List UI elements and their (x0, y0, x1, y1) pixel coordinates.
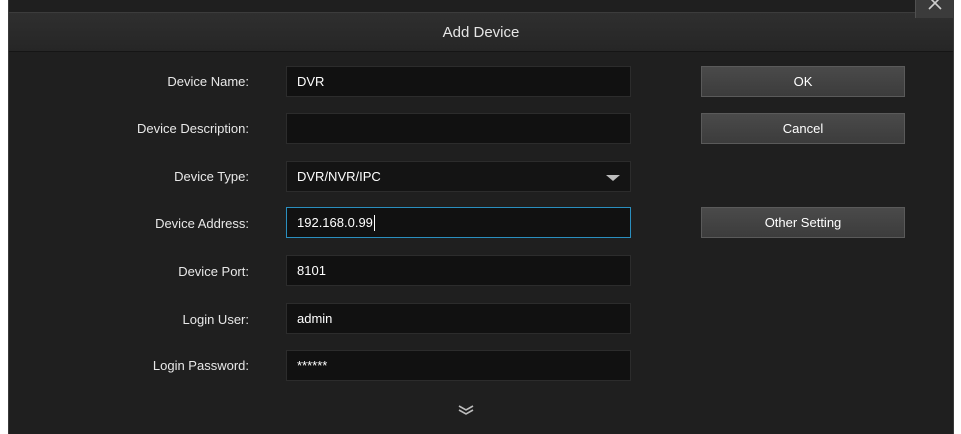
double-chevron-down-icon (458, 405, 474, 415)
device-description-label: Device Description: (137, 121, 249, 136)
close-icon (928, 0, 942, 10)
device-name-field[interactable]: DVR (286, 66, 631, 97)
device-type-value: DVR/NVR/IPC (297, 169, 381, 184)
device-address-value: 192.168.0.99 (297, 215, 373, 230)
device-name-label: Device Name: (167, 74, 249, 89)
login-user-label: Login User: (182, 312, 249, 327)
close-button[interactable] (915, 0, 953, 18)
dialog-titlebar: Add Device (9, 12, 953, 52)
device-description-field[interactable] (286, 113, 631, 144)
add-device-dialog: Add Device Device Name: DVR Device Descr… (8, 0, 954, 434)
dialog-title: Add Device (442, 24, 520, 41)
device-address-label: Device Address: (155, 216, 249, 231)
device-type-select[interactable]: DVR/NVR/IPC (286, 161, 631, 192)
text-caret (373, 214, 375, 231)
device-port-value: 8101 (297, 263, 326, 278)
chevron-down-icon (606, 175, 620, 181)
other-setting-button[interactable]: Other Setting (701, 207, 905, 238)
cancel-button[interactable]: Cancel (701, 113, 905, 144)
login-user-value: admin (297, 311, 333, 326)
login-password-value: ****** (297, 358, 328, 373)
device-type-label: Device Type: (174, 169, 249, 184)
ok-button[interactable]: OK (701, 66, 905, 97)
device-port-label: Device Port: (178, 264, 249, 279)
expand-toggle[interactable] (457, 403, 475, 421)
login-password-label: Login Password: (152, 358, 249, 373)
device-address-field[interactable]: 192.168.0.99 (286, 207, 631, 238)
device-name-value: DVR (297, 74, 325, 89)
login-user-field[interactable]: admin (286, 303, 631, 334)
login-password-field[interactable]: ****** (286, 350, 631, 381)
device-port-field[interactable]: 8101 (286, 255, 631, 286)
